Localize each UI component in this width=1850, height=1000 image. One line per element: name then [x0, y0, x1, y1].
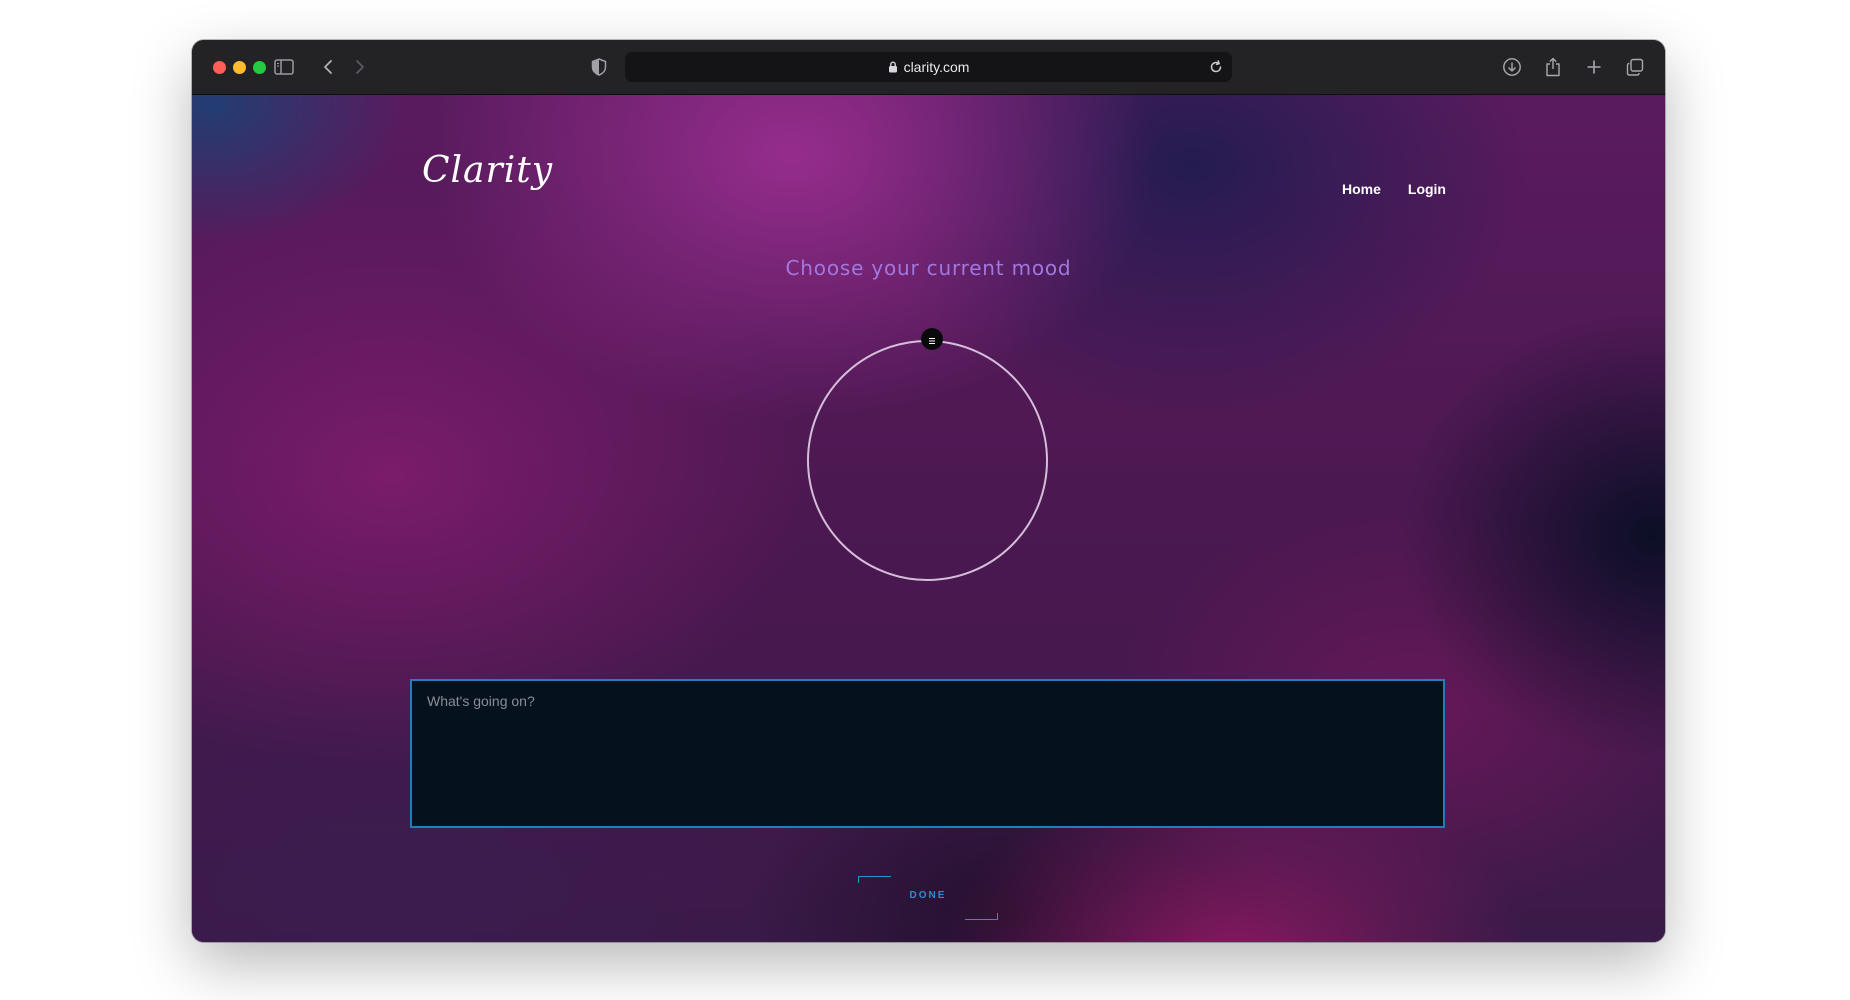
shield-icon[interactable] — [587, 55, 611, 79]
mood-dial[interactable] — [807, 340, 1048, 581]
site-logo[interactable]: Clarity — [422, 150, 553, 191]
zoom-window-button[interactable] — [253, 61, 266, 74]
done-button[interactable]: DONE — [848, 876, 1008, 920]
nav-link-login[interactable]: Login — [1408, 181, 1446, 197]
browser-window: clarity.com Clarity Home Login Choose yo… — [192, 40, 1665, 942]
download-icon[interactable] — [1500, 55, 1524, 79]
chevron-left-icon[interactable] — [316, 55, 340, 79]
nav-link-home[interactable]: Home — [1342, 181, 1381, 197]
drag-handle-icon — [928, 330, 936, 349]
bracket-bottom-right — [965, 913, 998, 920]
browser-toolbar: clarity.com — [192, 40, 1665, 95]
journal-textarea[interactable] — [410, 679, 1445, 828]
top-nav: Home Login — [1342, 181, 1446, 197]
done-button-label: DONE — [909, 890, 947, 901]
sidebar-icon[interactable] — [272, 55, 296, 79]
lock-icon — [888, 61, 898, 73]
chevron-right-icon[interactable] — [348, 55, 372, 79]
close-window-button[interactable] — [213, 61, 226, 74]
mood-dial-handle[interactable] — [921, 328, 943, 350]
url-text: clarity.com — [903, 59, 970, 75]
tabs-overview-icon[interactable] — [1623, 55, 1647, 79]
web-page: Clarity Home Login Choose your current m… — [192, 95, 1665, 942]
minimize-window-button[interactable] — [233, 61, 246, 74]
bracket-top-left — [858, 876, 891, 883]
reload-icon[interactable] — [1206, 57, 1226, 77]
address-bar[interactable]: clarity.com — [625, 52, 1232, 82]
mood-heading: Choose your current mood — [785, 256, 1072, 280]
plus-icon[interactable] — [1582, 55, 1606, 79]
share-icon[interactable] — [1541, 55, 1565, 79]
